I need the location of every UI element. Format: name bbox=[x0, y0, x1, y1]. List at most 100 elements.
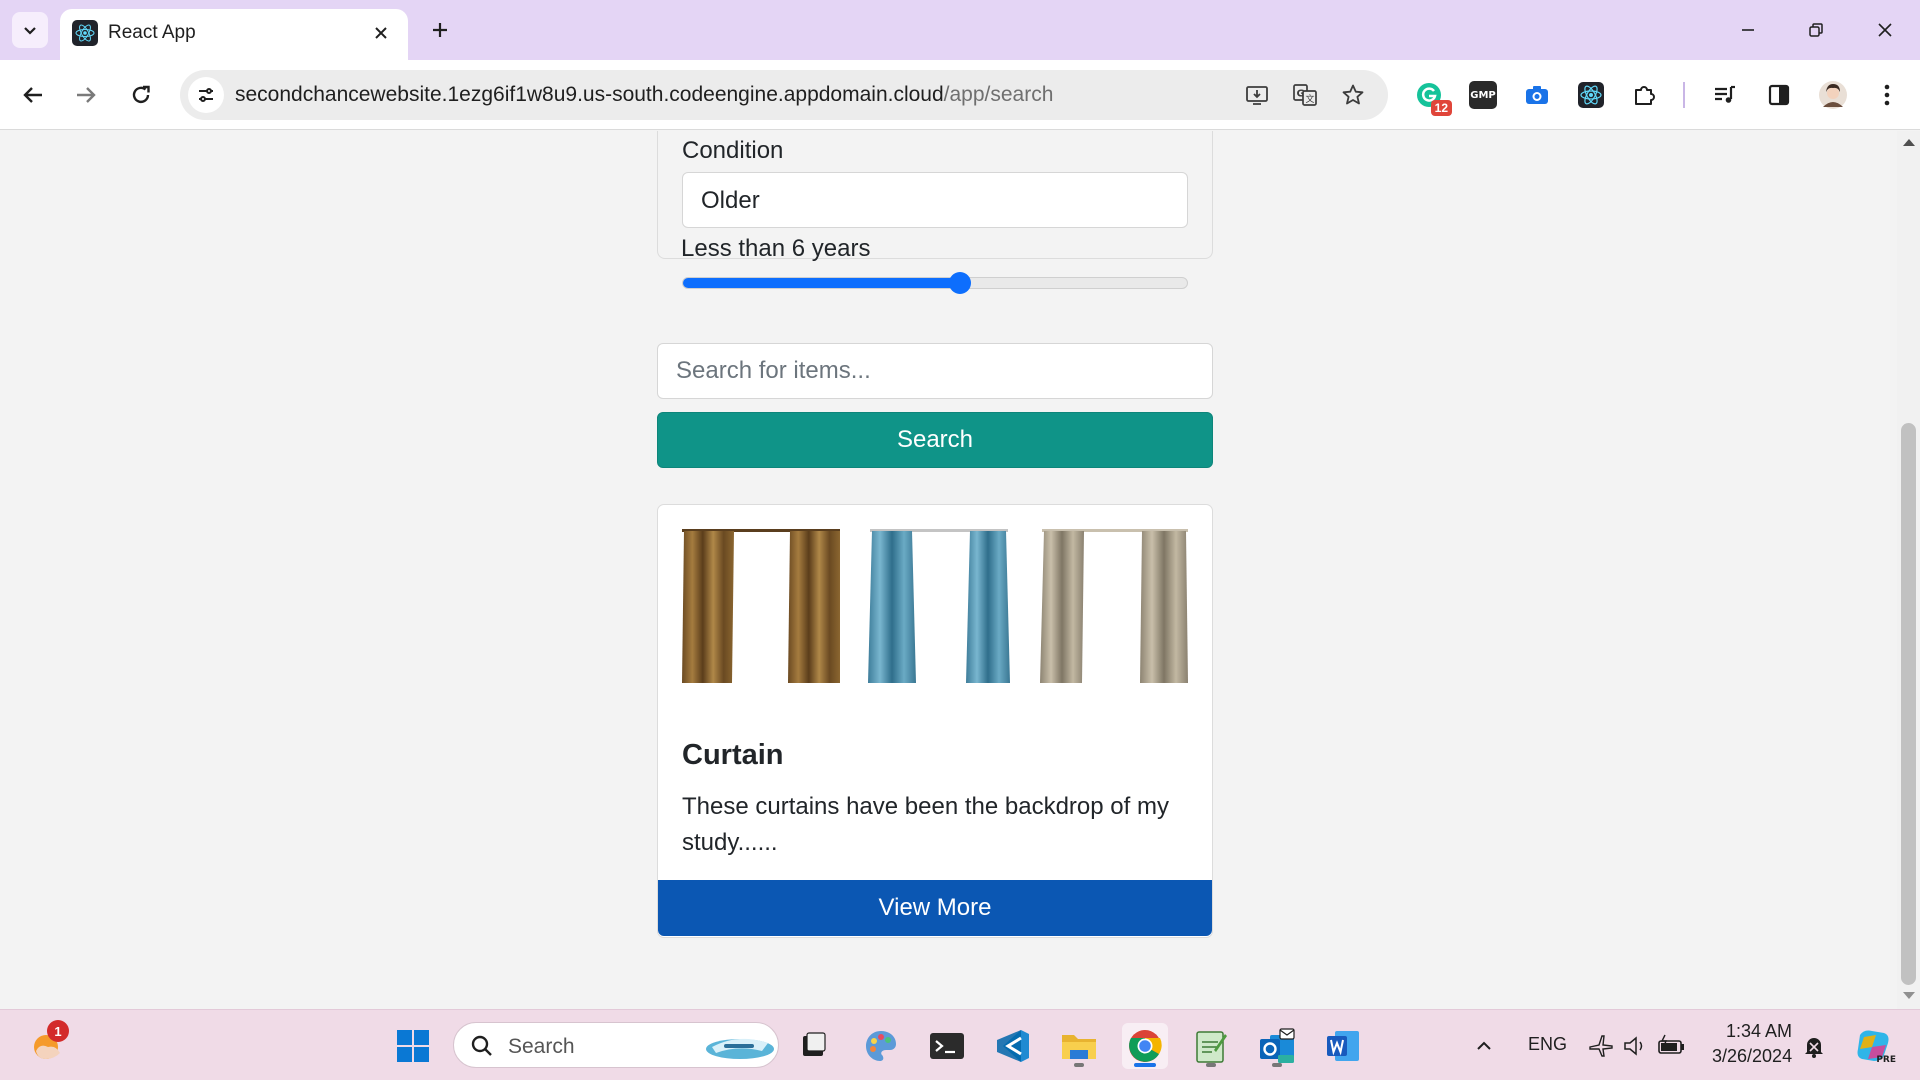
running-indicator bbox=[1206, 1063, 1216, 1067]
translate-button[interactable]: G文 bbox=[1288, 78, 1322, 112]
widgets-notification-badge: 1 bbox=[47, 1020, 69, 1042]
airplane-mode-indicator[interactable] bbox=[1584, 1023, 1618, 1069]
scrollbar-thumb[interactable] bbox=[1901, 423, 1916, 985]
word-icon bbox=[1327, 1031, 1359, 1061]
url-host: secondchancewebsite.1ezg6if1w8u9.us-sout… bbox=[235, 83, 944, 106]
volume-indicator[interactable] bbox=[1618, 1023, 1652, 1069]
extension-gmp-button[interactable]: GMP bbox=[1464, 76, 1502, 114]
media-controls-button[interactable] bbox=[1706, 76, 1744, 114]
start-button[interactable] bbox=[390, 1023, 436, 1069]
extension-react-devtools-button[interactable] bbox=[1572, 76, 1610, 114]
queue-music-icon bbox=[1715, 85, 1735, 103]
address-bar[interactable]: secondchancewebsite.1ezg6if1w8u9.us-sout… bbox=[180, 70, 1388, 120]
taskbar-search-label: Search bbox=[508, 1035, 575, 1058]
chrome-menu-button[interactable] bbox=[1868, 76, 1906, 114]
page-scrollbar[interactable] bbox=[1897, 131, 1920, 1009]
battery-icon bbox=[1658, 1034, 1684, 1054]
new-tab-button[interactable] bbox=[422, 12, 458, 48]
minimize-button[interactable] bbox=[1726, 10, 1770, 50]
taskbar-chrome[interactable] bbox=[1122, 1023, 1168, 1069]
browser-toolbar: secondchancewebsite.1ezg6if1w8u9.us-sout… bbox=[0, 60, 1920, 130]
tab-strip: React App bbox=[0, 0, 1920, 60]
chevron-up-icon bbox=[1477, 1041, 1491, 1050]
windows-taskbar: 1 Search ENG 1:34 AM 3/26/2024 PRE bbox=[0, 1009, 1920, 1080]
side-panel-button[interactable] bbox=[1760, 76, 1798, 114]
arrow-left-icon bbox=[23, 87, 42, 103]
url-path: /app/search bbox=[943, 83, 1054, 106]
extension-screenshot-button[interactable] bbox=[1518, 76, 1556, 114]
plus-icon bbox=[433, 23, 447, 37]
browser-tab[interactable]: React App bbox=[60, 9, 408, 60]
clock-time[interactable]: 1:34 AM bbox=[1726, 1021, 1792, 1042]
tune-icon bbox=[199, 88, 213, 102]
site-info-button[interactable] bbox=[188, 77, 224, 113]
active-indicator bbox=[1134, 1063, 1156, 1067]
copilot-button[interactable]: PRE bbox=[1850, 1023, 1896, 1069]
show-hidden-icons-button[interactable] bbox=[1466, 1023, 1502, 1069]
palette-icon bbox=[866, 1031, 896, 1061]
condition-label: Condition bbox=[682, 137, 784, 164]
age-filter-label: Less than 6 years bbox=[681, 235, 871, 262]
view-more-button[interactable]: View More bbox=[658, 880, 1212, 936]
search-icon bbox=[471, 1035, 492, 1056]
search-button[interactable]: Search bbox=[657, 412, 1213, 468]
restore-icon bbox=[1809, 23, 1823, 37]
age-slider-fill bbox=[683, 278, 961, 288]
clock-date[interactable]: 3/26/2024 bbox=[1712, 1046, 1792, 1067]
taskbar-file-explorer[interactable] bbox=[1056, 1023, 1102, 1069]
volume-icon bbox=[1624, 1036, 1643, 1056]
gmp-icon: GMP bbox=[1469, 81, 1497, 109]
tab-title: React App bbox=[108, 22, 196, 43]
scroll-up-arrow-icon[interactable] bbox=[1903, 139, 1915, 146]
language-indicator[interactable]: ENG bbox=[1528, 1034, 1567, 1055]
folder-icon bbox=[1062, 1035, 1096, 1059]
profile-avatar-button[interactable] bbox=[1814, 76, 1852, 114]
notification-bell-icon bbox=[1805, 1038, 1823, 1058]
notepad-icon bbox=[1196, 1031, 1227, 1063]
condition-select[interactable]: Older bbox=[682, 172, 1188, 228]
star-icon bbox=[1342, 84, 1364, 105]
taskbar-notepad[interactable] bbox=[1188, 1023, 1234, 1069]
forward-button[interactable] bbox=[66, 75, 106, 115]
url-text: secondchancewebsite.1ezg6if1w8u9.us-sout… bbox=[235, 83, 1053, 107]
tab-search-button[interactable] bbox=[12, 12, 48, 48]
extensions-menu-button[interactable] bbox=[1626, 76, 1664, 114]
scroll-down-arrow-icon[interactable] bbox=[1903, 992, 1915, 999]
arrow-right-icon bbox=[77, 87, 96, 103]
side-panel-icon bbox=[1768, 84, 1790, 106]
taskbar-word[interactable] bbox=[1320, 1023, 1366, 1069]
taskbar-vscode[interactable] bbox=[990, 1023, 1036, 1069]
puzzle-icon bbox=[1635, 86, 1655, 105]
bookmark-button[interactable] bbox=[1336, 78, 1370, 112]
notification-center-button[interactable] bbox=[1797, 1023, 1831, 1069]
svg-text:文: 文 bbox=[1306, 93, 1315, 105]
close-icon bbox=[375, 27, 387, 39]
avatar-icon bbox=[1819, 81, 1847, 109]
tab-close-button[interactable] bbox=[368, 20, 394, 46]
item-description: These curtains have been the backdrop of… bbox=[682, 793, 1169, 856]
install-app-button[interactable] bbox=[1240, 78, 1274, 112]
age-slider-track[interactable] bbox=[682, 277, 1188, 289]
extension-grammar-button[interactable]: 12 bbox=[1410, 76, 1452, 116]
chrome-icon bbox=[1129, 1030, 1162, 1062]
outlook-icon bbox=[1260, 1028, 1295, 1063]
search-highlight-icon bbox=[706, 1038, 774, 1059]
back-button[interactable] bbox=[13, 75, 53, 115]
react-logo-icon bbox=[1578, 82, 1604, 108]
search-input[interactable] bbox=[657, 343, 1213, 399]
battery-indicator[interactable] bbox=[1654, 1023, 1690, 1069]
taskbar-paint[interactable] bbox=[858, 1023, 904, 1069]
age-slider-thumb[interactable] bbox=[949, 272, 972, 294]
task-view-icon bbox=[803, 1032, 826, 1056]
taskbar-outlook[interactable] bbox=[1254, 1023, 1300, 1069]
taskbar-search-box[interactable]: Search bbox=[453, 1022, 779, 1068]
close-window-button[interactable] bbox=[1863, 10, 1907, 50]
taskbar-task-view[interactable] bbox=[790, 1023, 836, 1069]
item-title: Curtain bbox=[682, 739, 784, 771]
taskbar-terminal[interactable] bbox=[924, 1023, 970, 1069]
copilot-preview-badge: PRE bbox=[1876, 1055, 1896, 1065]
reload-button[interactable] bbox=[121, 75, 161, 115]
restore-button[interactable] bbox=[1794, 10, 1838, 50]
translate-icon: G文 bbox=[1293, 84, 1317, 106]
chevron-down-icon bbox=[24, 27, 36, 35]
